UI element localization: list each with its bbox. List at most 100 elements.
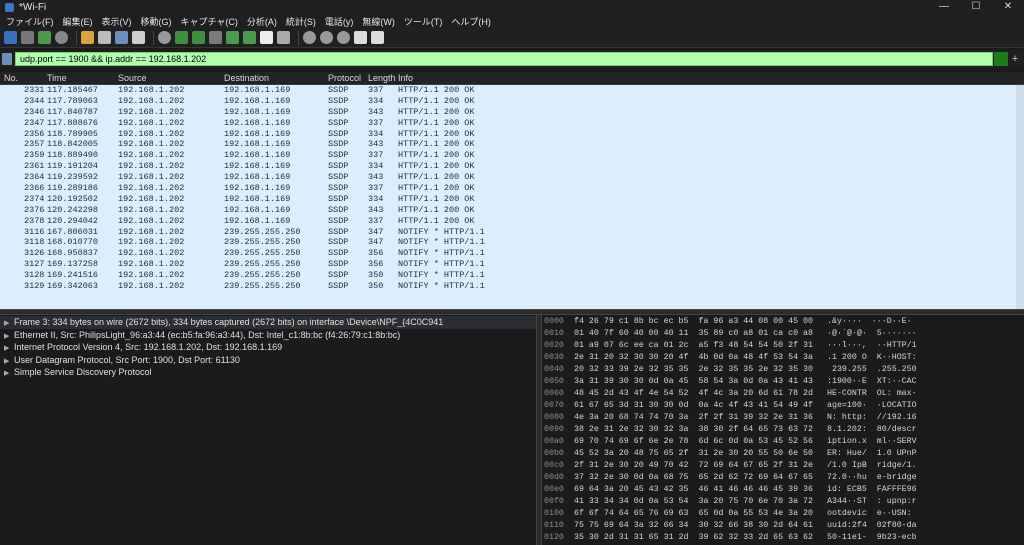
minimize-button[interactable]: — (928, 0, 960, 14)
cell-destination: 239.255.255.250 (224, 281, 301, 292)
menu-wireless[interactable]: 無線(W) (362, 15, 395, 28)
hex-row[interactable]: 00a0 69 70 74 69 6f 6e 2e 78 6d 6c 0d 0a … (542, 436, 1024, 448)
column-protocol[interactable]: Protocol (328, 73, 361, 83)
hex-row[interactable]: 0030 2e 31 20 32 30 30 20 4f 4b 0d 0a 48 … (542, 352, 1024, 364)
column-info[interactable]: Info (398, 73, 413, 83)
hex-row[interactable]: 0110 75 75 69 64 3a 32 66 34 30 32 66 38 … (542, 520, 1024, 532)
packet-row[interactable]: 2331 117.185467 192.168.1.202 192.168.1.169… (0, 85, 1024, 96)
hex-row[interactable]: 00f0 41 33 34 34 0d 0a 53 54 3a 20 75 70 … (542, 496, 1024, 508)
hex-row[interactable]: 0060 48 45 2d 43 4f 4e 54 52 4f 4c 3a 20 … (542, 388, 1024, 400)
autoscroll-icon[interactable] (260, 31, 273, 44)
last-packet-icon[interactable] (243, 31, 256, 44)
packet-row[interactable]: 2346 117.840787 192.168.1.202 192.168.1.169… (0, 107, 1024, 118)
hex-row[interactable]: 0020 01 a9 07 6c ee ca 01 2c a5 f3 48 54 … (542, 340, 1024, 352)
detail-ssdp[interactable]: ▶ Simple Service Discovery Protocol (0, 366, 536, 379)
open-file-icon[interactable] (81, 31, 94, 44)
add-filter-button-icon[interactable]: + (1008, 53, 1022, 65)
hex-row[interactable]: 00e0 69 64 3a 20 45 43 42 35 46 41 46 46 … (542, 484, 1024, 496)
layout-icon[interactable] (371, 31, 384, 44)
find-packet-icon[interactable] (158, 31, 171, 44)
close-file-icon[interactable] (115, 31, 128, 44)
close-button[interactable]: ✕ (992, 0, 1024, 14)
zoom-in-icon[interactable] (303, 31, 316, 44)
detail-ipv4[interactable]: ▶ Internet Protocol Version 4, Src: 192.1… (0, 341, 536, 354)
cell-length: 337 (368, 183, 384, 194)
stop-capture-icon[interactable] (21, 31, 34, 44)
packet-row[interactable]: 2359 118.889490 192.168.1.202 192.168.1.169… (0, 150, 1024, 161)
hex-row[interactable]: 0080 4e 3a 20 68 74 74 70 3a 2f 2f 31 39 … (542, 412, 1024, 424)
menu-telephony[interactable]: 電話(y) (325, 15, 354, 28)
packet-row[interactable]: 2356 118.789905 192.168.1.202 192.168.1.169… (0, 129, 1024, 140)
column-time[interactable]: Time (47, 73, 67, 83)
cell-source: 192.168.1.202 (118, 106, 185, 117)
hex-row[interactable]: 0050 3a 31 39 30 30 0d 0a 45 58 54 3a 0d … (542, 376, 1024, 388)
packet-row[interactable]: 3116 167.806031 192.168.1.202 239.255.255.2… (0, 227, 1024, 238)
back-arrow-icon[interactable] (175, 31, 188, 44)
hex-row[interactable]: 00d0 37 32 2e 30 0d 0a 68 75 65 2d 62 72 … (542, 472, 1024, 484)
packet-row[interactable]: 2361 119.191204 192.168.1.202 192.168.1.169… (0, 161, 1024, 172)
expand-arrow-icon[interactable]: ▶ (4, 343, 14, 354)
menu-edit[interactable]: 編集(E) (63, 15, 93, 28)
packet-row[interactable]: 3126 168.950837 192.168.1.202 239.255.255.2… (0, 248, 1024, 259)
packet-row[interactable]: 2357 118.842005 192.168.1.202 192.168.1.169… (0, 139, 1024, 150)
detail-ethernet[interactable]: ▶ Ethernet II, Src: PhilipsLight_96:a3:44… (0, 329, 536, 342)
packet-row[interactable]: 2344 117.789063 192.168.1.202 192.168.1.169… (0, 96, 1024, 107)
resize-columns-icon[interactable] (354, 31, 367, 44)
capture-options-icon[interactable] (55, 31, 68, 44)
expand-arrow-icon[interactable]: ▶ (4, 356, 14, 367)
packet-row[interactable]: 2378 120.294042 192.168.1.202 192.168.1.169… (0, 216, 1024, 227)
display-filter-input[interactable]: udp.port == 1900 && ip.addr == 192.168.1… (15, 52, 993, 66)
packet-row[interactable]: 2366 119.289186 192.168.1.202 192.168.1.169… (0, 183, 1024, 194)
detail-udp[interactable]: ▶ User Datagram Protocol, Src Port: 1900,… (0, 354, 536, 367)
start-capture-icon[interactable] (4, 31, 17, 44)
packet-row[interactable]: 2347 117.888676 192.168.1.202 192.168.1.169… (0, 118, 1024, 129)
menu-tools[interactable]: ツール(T) (404, 15, 443, 28)
hex-row[interactable]: 00c0 2f 31 2e 30 20 49 70 42 72 69 64 67 … (542, 460, 1024, 472)
column-source[interactable]: Source (118, 73, 147, 83)
save-file-icon[interactable] (98, 31, 111, 44)
menu-go[interactable]: 移動(G) (141, 15, 172, 28)
hex-row[interactable]: 0000 f4 26 79 c1 8b bc ec b5 fa 96 a3 44 … (542, 316, 1024, 328)
hex-row[interactable]: 0100 6f 6f 74 64 65 76 69 63 65 0d 0a 55 … (542, 508, 1024, 520)
restart-capture-icon[interactable] (38, 31, 51, 44)
packet-row[interactable]: 3127 169.137258 192.168.1.202 239.255.255.2… (0, 259, 1024, 270)
colorize-icon[interactable] (277, 31, 290, 44)
zoom-reset-icon[interactable] (337, 31, 350, 44)
reload-file-icon[interactable] (132, 31, 145, 44)
menu-file[interactable]: ファイル(F) (6, 15, 54, 28)
packet-row[interactable]: 2364 119.239592 192.168.1.202 192.168.1.169… (0, 172, 1024, 183)
column-length[interactable]: Length (368, 73, 396, 83)
hex-row[interactable]: 0040 20 32 33 39 2e 32 35 35 2e 32 35 35 … (542, 364, 1024, 376)
menu-analyze[interactable]: 分析(A) (247, 15, 277, 28)
menu-help[interactable]: ヘルプ(H) (451, 15, 491, 28)
zoom-out-icon[interactable] (320, 31, 333, 44)
menu-capture[interactable]: キャプチャ(C) (181, 15, 238, 28)
menu-statistics[interactable]: 統計(S) (286, 15, 316, 28)
go-to-packet-icon[interactable] (209, 31, 222, 44)
column-no[interactable]: No. (4, 73, 18, 83)
apply-filter-arrow-icon[interactable] (994, 52, 1008, 66)
packet-list-scrollbar[interactable] (1016, 85, 1024, 309)
cell-source: 192.168.1.202 (118, 161, 185, 172)
packet-row[interactable]: 3128 169.241516 192.168.1.202 239.255.255.2… (0, 270, 1024, 281)
column-destination[interactable]: Destination (224, 73, 269, 83)
cell-time: 119.239592 (47, 172, 99, 183)
first-packet-icon[interactable] (226, 31, 239, 44)
menu-view[interactable]: 表示(V) (102, 15, 132, 28)
packet-row[interactable]: 3129 169.342063 192.168.1.202 239.255.255.2… (0, 281, 1024, 292)
expand-arrow-icon[interactable]: ▶ (4, 331, 14, 342)
hex-row[interactable]: 0120 35 30 2d 31 31 65 31 2d 39 62 32 33 … (542, 532, 1024, 544)
hex-row[interactable]: 0070 61 67 65 3d 31 30 30 0d 0a 4c 4f 43 … (542, 400, 1024, 412)
packet-row[interactable]: 2376 120.242298 192.168.1.202 192.168.1.169… (0, 205, 1024, 216)
expand-arrow-icon[interactable]: ▶ (4, 368, 14, 379)
forward-arrow-icon[interactable] (192, 31, 205, 44)
hex-row[interactable]: 00b0 45 52 3a 20 48 75 65 2f 31 2e 30 20 … (542, 448, 1024, 460)
hex-row[interactable]: 0090 38 2e 31 2e 32 30 32 3a 38 30 2f 64 … (542, 424, 1024, 436)
maximize-button[interactable]: ☐ (960, 0, 992, 14)
hex-row[interactable]: 0010 01 40 7f 60 40 00 40 11 35 89 c0 a8 … (542, 328, 1024, 340)
packet-row[interactable]: 2374 120.192502 192.168.1.202 192.168.1.169… (0, 194, 1024, 205)
bookmark-icon[interactable] (2, 53, 12, 65)
detail-frame[interactable]: ▶ Frame 3: 334 bytes on wire (2672 bits),… (0, 316, 536, 329)
packet-row[interactable]: 3118 168.010770 192.168.1.202 239.255.255.2… (0, 237, 1024, 248)
expand-arrow-icon[interactable]: ▶ (4, 318, 14, 329)
